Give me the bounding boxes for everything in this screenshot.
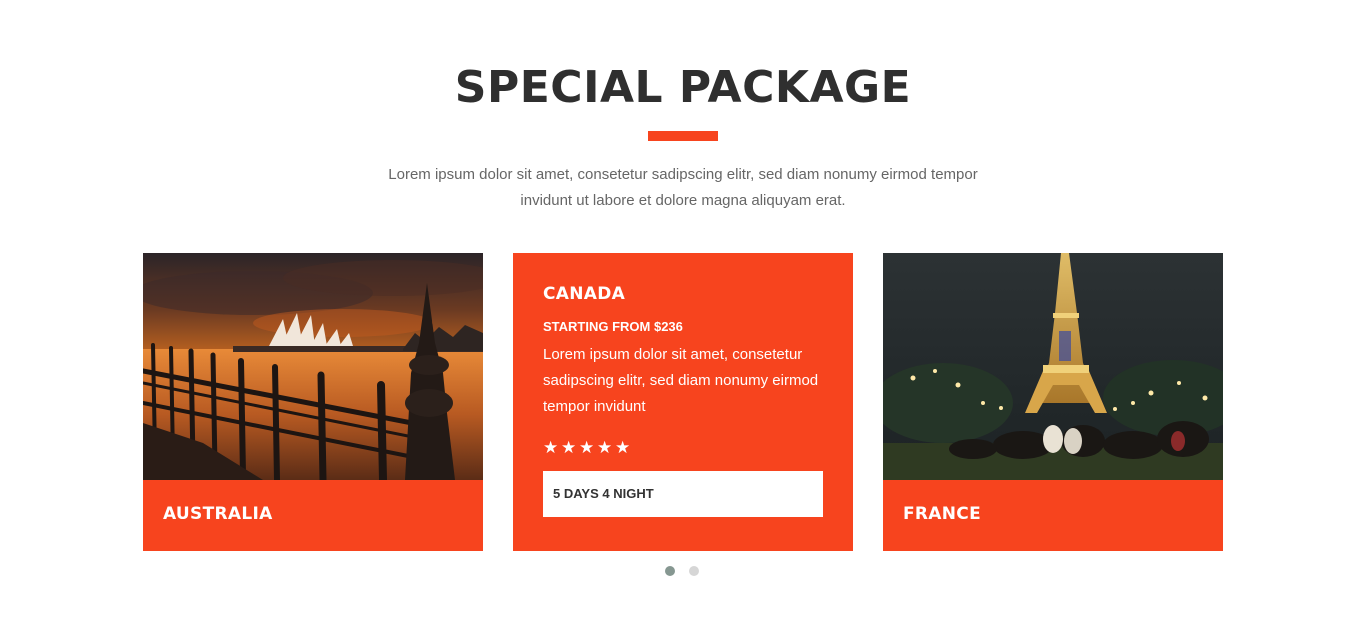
package-price: STARTING FROM $236	[543, 319, 683, 334]
card-footer: AUSTRALIA	[143, 480, 483, 551]
package-card-france[interactable]: FRANCE	[883, 253, 1223, 551]
section-title: SPECIAL PACKAGE	[454, 62, 912, 113]
sydney-opera-house-image	[143, 253, 483, 480]
carousel-dot-1[interactable]	[665, 566, 675, 576]
package-title[interactable]: AUSTRALIA	[163, 504, 273, 524]
star-icon: ★	[579, 438, 596, 458]
star-icon: ★	[543, 438, 560, 458]
carousel-dot-2[interactable]	[689, 566, 699, 576]
star-rating: ★ ★ ★ ★ ★	[543, 438, 633, 458]
duration-box[interactable]: 5 DAYS 4 NIGHT	[543, 471, 823, 517]
title-underline	[648, 131, 718, 141]
eiffel-tower-image	[883, 253, 1223, 480]
star-icon: ★	[597, 438, 614, 458]
package-card-australia[interactable]: AUSTRALIA	[143, 253, 483, 551]
star-icon: ★	[561, 438, 578, 458]
package-description: Lorem ipsum dolor sit amet, consetetur s…	[543, 346, 819, 415]
package-title[interactable]: FRANCE	[903, 504, 981, 524]
package-title[interactable]: CANADA	[543, 284, 625, 304]
star-icon: ★	[615, 438, 632, 458]
package-card-canada[interactable]: CANADA STARTING FROM $236 Lorem ipsum do…	[513, 253, 853, 551]
section-description: Lorem ipsum dolor sit amet, consetetur s…	[388, 166, 978, 209]
card-footer: FRANCE	[883, 480, 1223, 551]
